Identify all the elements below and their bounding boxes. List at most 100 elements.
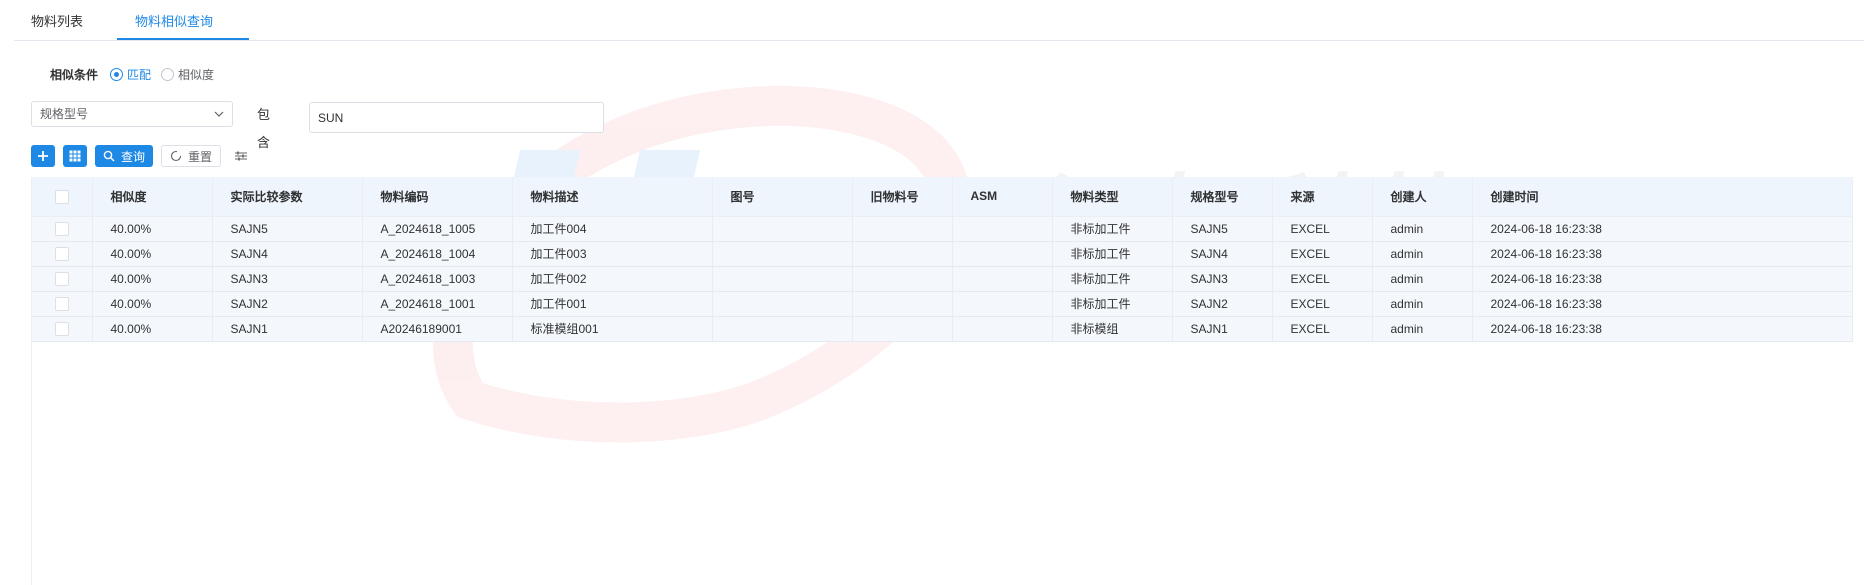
table-cell: 40.00% [92,266,213,292]
row-select-cell[interactable] [32,241,93,267]
table-cell [712,291,853,317]
row-select-cell[interactable] [32,266,93,292]
table-cell [852,241,953,267]
tab-bar: 物料列表 物料相似查询 [14,0,1864,41]
radio-similarity[interactable]: 相似度 [161,66,214,83]
column-settings-button[interactable] [229,145,253,167]
table-cell [852,291,953,317]
table-cell: A_2024618_1005 [362,216,513,242]
row-select-cell[interactable] [32,291,93,317]
header-select-all[interactable] [32,177,93,217]
table-cell: EXCEL [1272,266,1373,292]
row-checkbox[interactable] [54,246,69,261]
column-header[interactable]: 旧物料号 [852,177,953,217]
column-header[interactable]: 创建人 [1372,177,1473,217]
table-row[interactable]: 40.00% SAJN2 A_2024618_1001 加工件001 非标加工件 SAJN… [32,291,1853,317]
column-header[interactable]: 物料描述 [512,177,713,217]
row-select-cell[interactable] [32,216,93,242]
search-button-label: 查询 [121,149,146,164]
radio-similarity-dot[interactable] [161,67,175,81]
table-cell: 2024-06-18 16:23:38 [1472,216,1853,242]
table-cell: 2024-06-18 16:23:38 [1472,266,1853,292]
results-table: 相似度 实际比较参数 物料编码 物料描述 图号 旧物料号 ASM 物料类型 规格… [31,177,1853,585]
table-row[interactable]: 40.00% SAJN3 A_2024618_1003 加工件002 非标加工件 SAJN… [32,266,1853,292]
table-cell: 2024-06-18 16:23:38 [1472,241,1853,267]
table-cell: admin [1372,266,1473,292]
table-cell: 加工件002 [512,266,713,292]
column-header[interactable]: 规格型号 [1172,177,1273,217]
table-cell [852,316,953,342]
column-header[interactable]: 物料类型 [1052,177,1173,217]
table-cell: 2024-06-18 16:23:38 [1472,316,1853,342]
table-cell [952,241,1053,267]
table-cell: 非标加工件 [1052,291,1173,317]
reset-button[interactable]: 重置 [161,145,222,167]
table-cell: 40.00% [92,241,213,267]
table-cell: SAJN2 [212,291,363,317]
column-header[interactable]: 物料编码 [362,177,513,217]
field-select[interactable]: 规格型号 [31,101,233,127]
table-cell: 非标加工件 [1052,241,1173,267]
table-cell: A_2024618_1003 [362,266,513,292]
table-cell [712,266,853,292]
table-cell: 40.00% [92,316,213,342]
column-header[interactable]: ASM [952,177,1053,217]
table-cell: SAJN1 [1172,316,1273,342]
add-button[interactable] [31,145,55,167]
table-cell: 2024-06-18 16:23:38 [1472,291,1853,317]
radio-match[interactable]: 匹配 [110,66,151,83]
field-select-value: 规格型号 [40,107,89,121]
table-cell [952,291,1053,317]
row-select-cell[interactable] [32,316,93,342]
table-cell [852,216,953,242]
similar-condition-label: 相似条件 [50,67,99,82]
table-cell [952,266,1053,292]
column-header[interactable]: 实际比较参数 [212,177,363,217]
column-header[interactable]: 相似度 [92,177,213,217]
chevron-down-icon [214,102,224,136]
table-row[interactable]: 40.00% SAJN1 A20246189001 标准模组001 非标模组 SAJN1 E… [32,316,1853,342]
table-cell: EXCEL [1272,216,1373,242]
table-cell: SAJN2 [1172,291,1273,317]
sliders-icon [235,151,248,161]
tab-material-similar-query[interactable]: 物料相似查询 [135,0,213,40]
table-row[interactable]: 40.00% SAJN4 A_2024618_1004 加工件003 非标加工件 SAJN… [32,241,1853,267]
table-cell: A_2024618_1001 [362,291,513,317]
row-checkbox[interactable] [54,296,69,311]
plus-icon [38,151,48,161]
grid-view-button[interactable] [63,145,87,167]
filter-value-input[interactable] [309,102,604,133]
table-cell: SAJN5 [212,216,363,242]
table-cell: admin [1372,316,1473,342]
table-cell [712,241,853,267]
tab-material-list[interactable]: 物料列表 [31,0,83,40]
radio-match-label: 匹配 [127,67,152,82]
table-cell: EXCEL [1272,291,1373,317]
table-cell [712,316,853,342]
table-cell [852,266,953,292]
row-checkbox[interactable] [54,271,69,286]
similar-condition-row: 相似条件 匹配 相似度 [50,62,224,86]
grid-icon [69,150,81,162]
table-cell: 40.00% [92,216,213,242]
search-button[interactable]: 查询 [95,145,154,167]
row-checkbox[interactable] [54,321,69,336]
table-body: 40.00% SAJN5 A_2024618_1005 加工件004 非标加工件 SAJN… [32,216,1853,342]
radio-match-dot[interactable] [110,67,124,81]
select-all-checkbox[interactable] [54,189,69,204]
table-row[interactable]: 40.00% SAJN5 A_2024618_1005 加工件004 非标加工件 SAJN… [32,216,1853,242]
column-header[interactable]: 创建时间 [1472,177,1853,217]
table-cell [952,316,1053,342]
table-cell: SAJN1 [212,316,363,342]
toolbar: 查询 重置 [31,144,253,168]
table-cell: SAJN4 [1172,241,1273,267]
column-header[interactable]: 来源 [1272,177,1373,217]
row-checkbox[interactable] [54,221,69,236]
table-cell: EXCEL [1272,316,1373,342]
table-cell: SAJN4 [212,241,363,267]
table-header-row: 相似度 实际比较参数 物料编码 物料描述 图号 旧物料号 ASM 物料类型 规格… [32,177,1853,217]
active-tab-indicator [117,38,249,40]
table-cell: admin [1372,291,1473,317]
table-cell: 40.00% [92,291,213,317]
column-header[interactable]: 图号 [712,177,853,217]
